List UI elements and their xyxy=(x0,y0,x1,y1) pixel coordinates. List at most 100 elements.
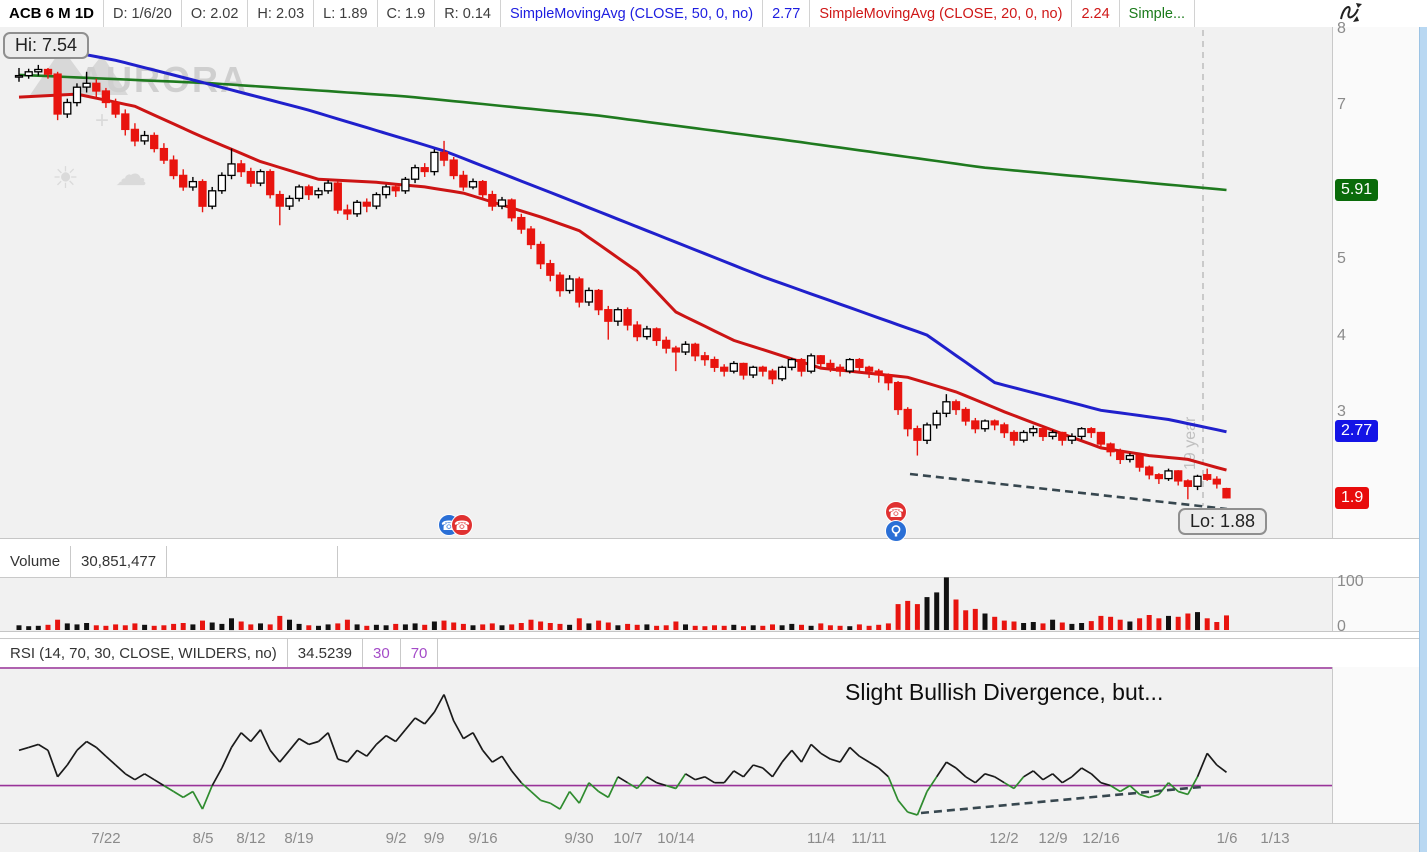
drawings-tool-icon[interactable] xyxy=(1336,1,1374,26)
volume-bar xyxy=(837,625,843,630)
candle xyxy=(768,370,777,380)
candle xyxy=(237,163,246,173)
candle xyxy=(1193,475,1202,487)
candle xyxy=(43,68,53,75)
volume-bar xyxy=(335,623,341,630)
candle xyxy=(845,358,854,372)
candle xyxy=(53,73,62,115)
candle xyxy=(671,347,681,353)
candle xyxy=(439,151,449,161)
candle xyxy=(681,343,690,353)
candle xyxy=(381,186,391,196)
candle xyxy=(468,180,478,188)
volume-bar xyxy=(1185,613,1191,630)
low-price-tooltip: Lo: 1.88 xyxy=(1178,508,1268,535)
volume-bar xyxy=(808,625,814,630)
candle xyxy=(323,182,333,192)
volume-bar xyxy=(557,623,563,630)
candle xyxy=(1135,454,1144,468)
volume-bar xyxy=(818,623,824,630)
dividend-icon[interactable] xyxy=(885,520,907,542)
volume-bar xyxy=(499,625,505,630)
candle xyxy=(410,167,420,180)
candle xyxy=(1019,431,1028,441)
volume-bar xyxy=(692,625,698,630)
candle xyxy=(478,180,487,196)
volume-bar xyxy=(451,622,457,630)
volume-bar xyxy=(538,621,544,630)
candle xyxy=(256,170,265,184)
volume-bar xyxy=(1214,622,1220,630)
volume-bar xyxy=(248,624,254,630)
candle xyxy=(739,362,748,376)
candle xyxy=(314,190,323,196)
volume-bar xyxy=(55,619,61,630)
volume-bar xyxy=(200,620,205,630)
volume-bar xyxy=(219,623,225,630)
volume-bar xyxy=(663,625,669,630)
volume-bar xyxy=(847,626,853,630)
svg-text:☀: ☀ xyxy=(52,162,79,195)
volume-bar xyxy=(113,624,119,630)
sma50-line xyxy=(18,40,1227,434)
volume-bar xyxy=(1146,615,1152,630)
volume-bar xyxy=(1137,618,1143,631)
volume-bar xyxy=(103,625,109,630)
candle xyxy=(449,159,458,177)
volume-bar xyxy=(953,599,959,630)
candle xyxy=(633,324,642,338)
volume-bar xyxy=(171,623,177,630)
volume-bar xyxy=(180,623,186,630)
candle xyxy=(1212,478,1221,485)
candle xyxy=(82,82,91,88)
volume-bar xyxy=(74,624,80,630)
candle xyxy=(343,209,352,215)
volume-bar xyxy=(373,624,379,630)
divergence-annotation-text[interactable]: Slight Bullish Divergence, but... xyxy=(845,679,1163,706)
candle xyxy=(401,178,410,192)
candle xyxy=(188,180,198,188)
earnings-call-icon[interactable]: ☎ xyxy=(451,514,473,536)
volume-bar xyxy=(1040,623,1046,630)
candle xyxy=(92,82,101,92)
candle xyxy=(169,159,178,177)
volume-bar xyxy=(1088,621,1094,630)
earnings-call-icon[interactable]: ☎ xyxy=(885,501,907,523)
volume-bar xyxy=(1011,621,1017,630)
volume-bar xyxy=(354,624,360,630)
volume-bar xyxy=(93,625,99,630)
volume-bar xyxy=(576,618,582,631)
candle xyxy=(893,381,903,411)
vertical-scrollbar[interactable] xyxy=(1419,27,1427,852)
candle xyxy=(1106,443,1115,453)
candle xyxy=(420,167,429,173)
volume-bar xyxy=(509,624,515,630)
volume-bar xyxy=(412,623,418,630)
candle xyxy=(1000,424,1009,434)
candle xyxy=(121,113,130,131)
volume-bar xyxy=(895,604,901,630)
chart-graphics-canvas[interactable]: AURORA ☀ + ☁ 19 year ☎ ☎ ☎ xyxy=(0,0,1427,852)
volume-bar xyxy=(625,623,631,630)
volume-bar xyxy=(605,622,611,630)
candle xyxy=(1038,428,1048,438)
candle xyxy=(1077,428,1086,438)
volume-bar xyxy=(876,624,882,630)
candle xyxy=(101,90,111,104)
candle xyxy=(565,278,574,292)
volume-bar xyxy=(1117,619,1123,630)
volume-bar xyxy=(1127,621,1133,630)
candle xyxy=(159,147,169,161)
volume-bar xyxy=(963,610,969,630)
volume-bar xyxy=(702,626,708,630)
candle xyxy=(246,170,255,184)
volume-bar xyxy=(654,625,660,630)
volume-bar xyxy=(209,622,215,630)
volume-bar xyxy=(45,624,51,630)
candle xyxy=(111,101,120,115)
candle xyxy=(430,151,439,173)
candle xyxy=(217,174,227,192)
sma20-line xyxy=(18,92,1227,472)
volume-bar xyxy=(1050,619,1056,630)
volume-bar xyxy=(431,621,437,630)
